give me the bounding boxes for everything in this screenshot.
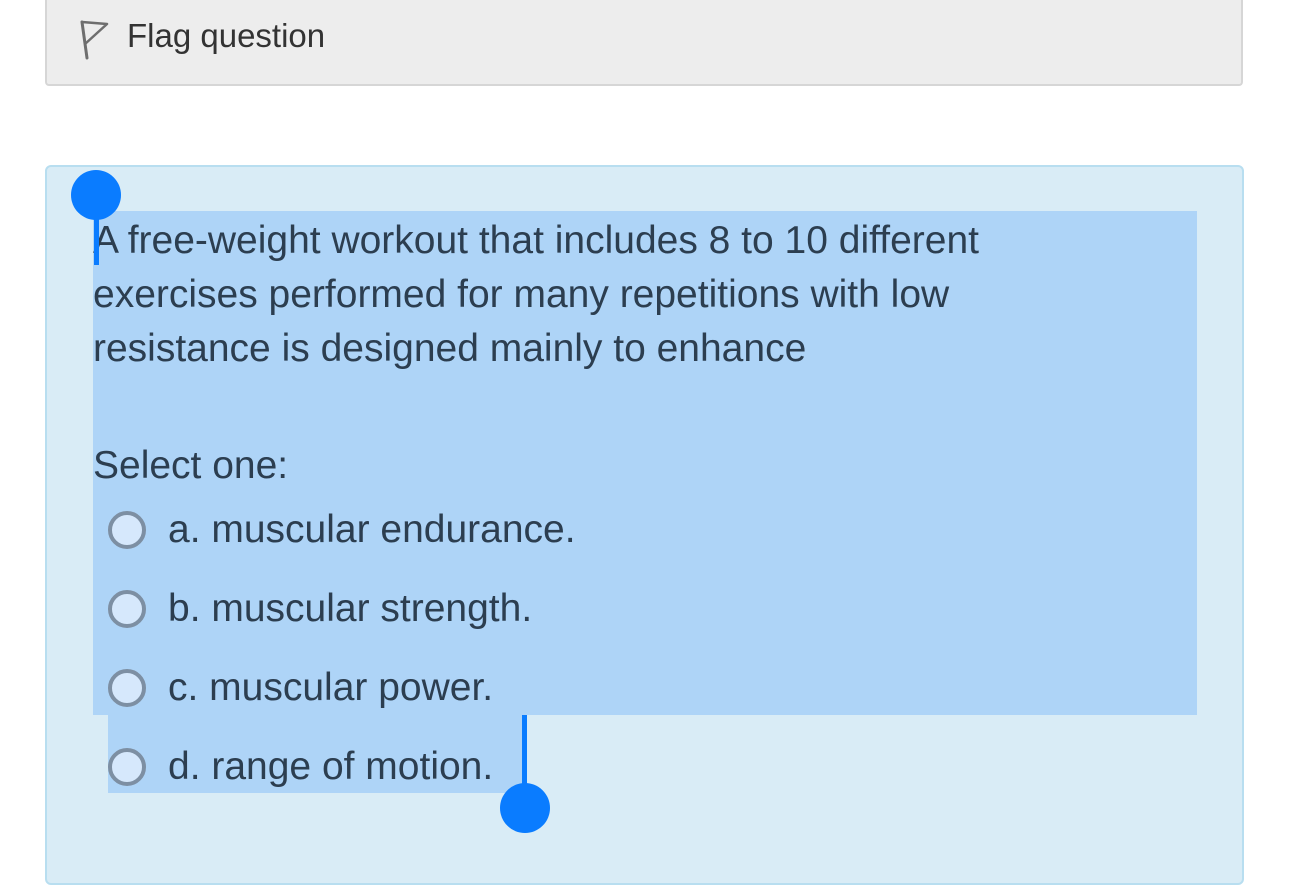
option-b[interactable]: b. muscular strength. [108,585,532,633]
option-d-label[interactable]: d. range of motion. [168,745,493,789]
option-c[interactable]: c. muscular power. [108,664,493,712]
radio-button-icon[interactable] [108,590,146,628]
flag-question-label[interactable]: Flag question [127,16,325,56]
radio-button-icon[interactable] [108,511,146,549]
selection-end-caret [522,715,527,790]
option-a-label[interactable]: a. muscular endurance. [168,508,576,552]
flag-icon[interactable] [73,16,113,62]
option-c-label[interactable]: c. muscular power. [168,666,493,710]
flag-question-bar[interactable]: Flag question [45,0,1243,86]
select-one-prompt: Select one: [93,444,289,487]
option-a[interactable]: a. muscular endurance. [108,506,576,554]
option-d[interactable]: d. range of motion. [108,743,493,791]
radio-button-icon[interactable] [108,748,146,786]
radio-button-icon[interactable] [108,669,146,707]
selection-start-handle-icon[interactable] [71,170,121,220]
question-text: A free-weight workout that includes 8 to… [93,219,979,370]
option-b-label[interactable]: b. muscular strength. [168,587,532,631]
selection-end-handle-icon[interactable] [500,783,550,833]
